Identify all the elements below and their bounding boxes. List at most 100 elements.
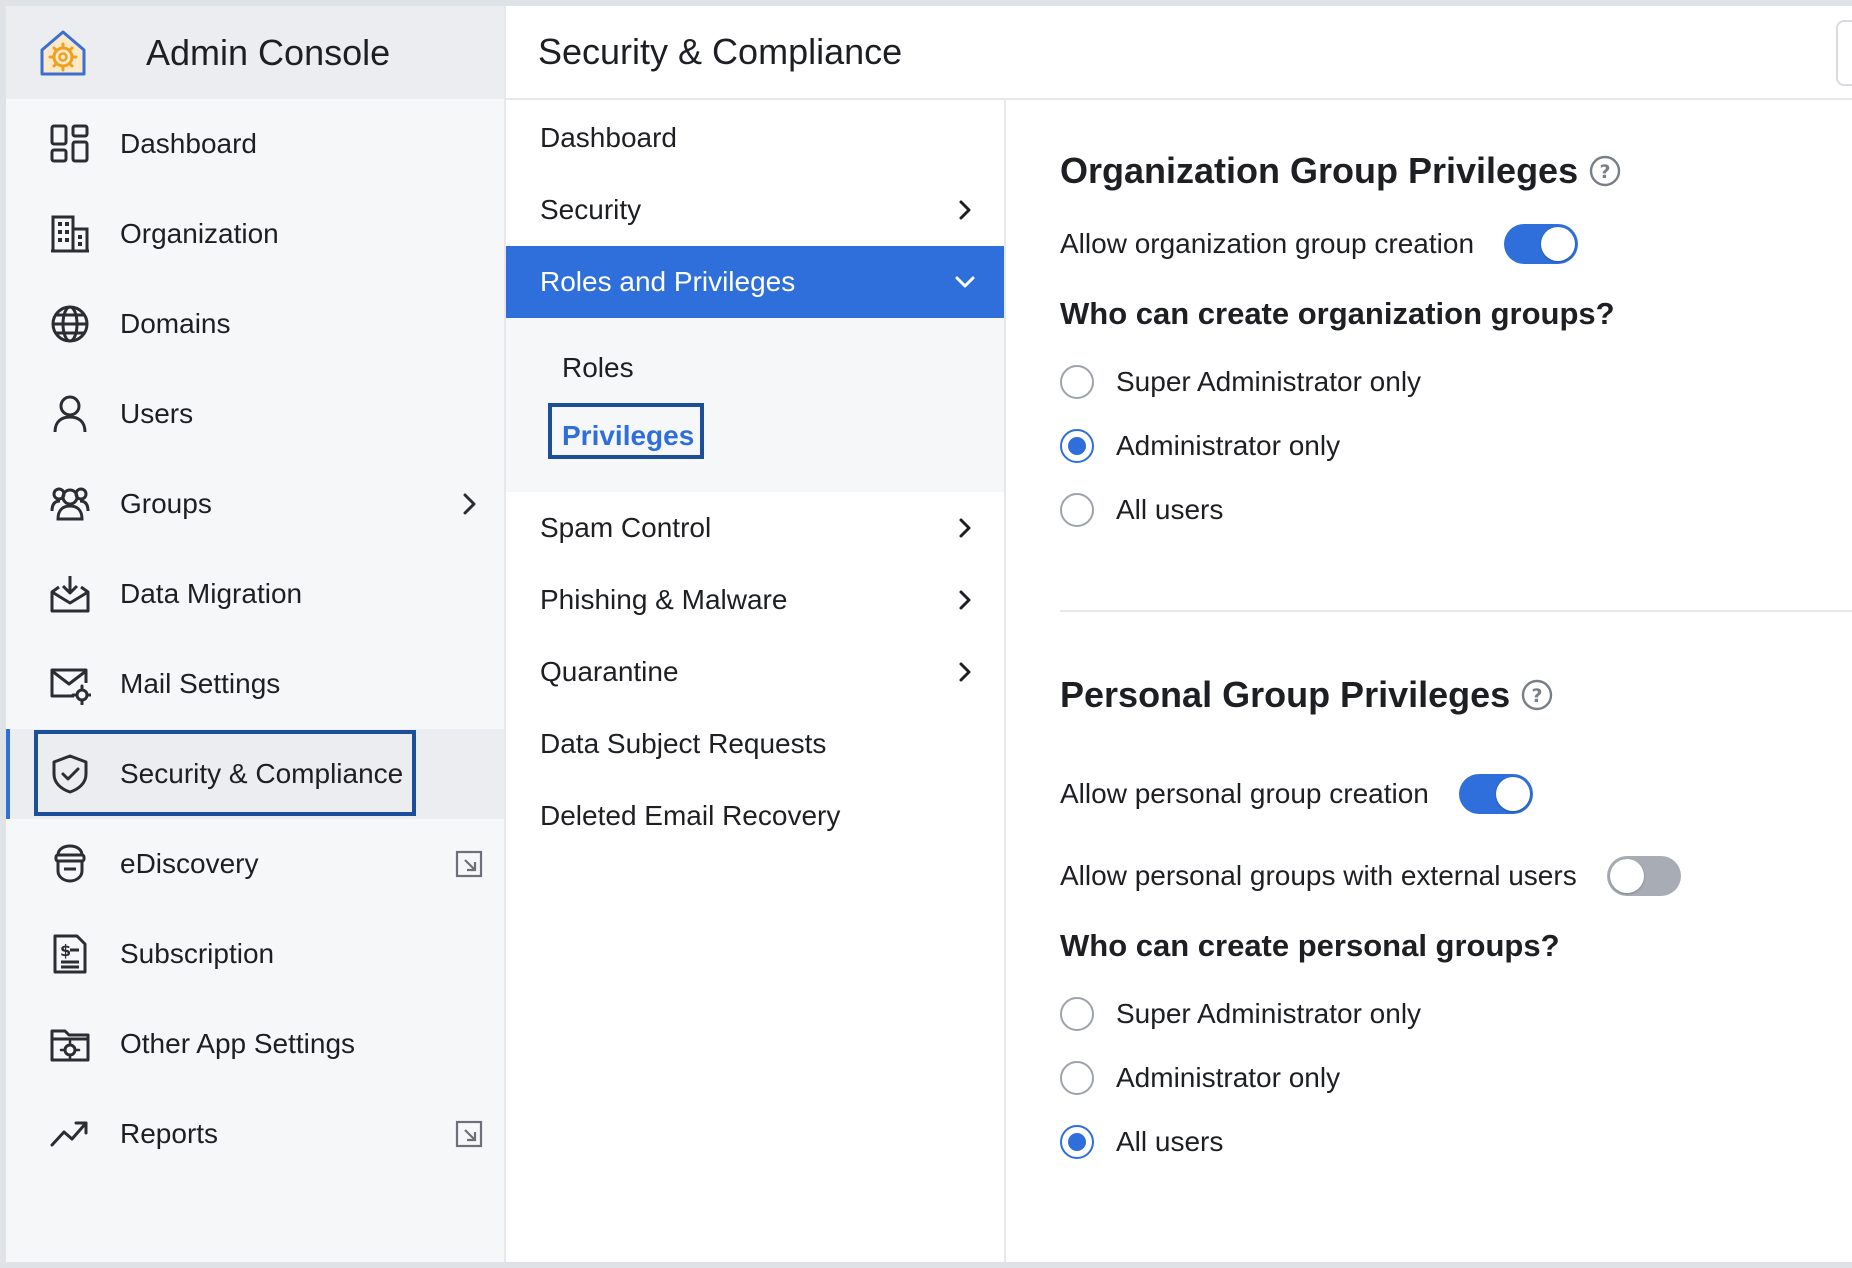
- submenu-item-dashboard[interactable]: Dashboard: [506, 102, 1004, 174]
- sidebar-item-security-compliance[interactable]: Security & Compliance: [6, 729, 504, 819]
- submenu-item-quarantine[interactable]: Quarantine: [506, 636, 1004, 708]
- section-divider: [1060, 610, 1852, 612]
- toggle-knob: [1609, 859, 1644, 893]
- submenu-item-label: Roles and Privileges: [540, 266, 796, 297]
- org-section-title: Organization Group Privileges: [1060, 150, 1579, 191]
- globe-icon: [48, 302, 92, 346]
- personal-group-creation-setting: Allow personal group creation: [1060, 770, 1852, 818]
- sidebar-item-label: Users: [120, 398, 194, 429]
- radio-button[interactable]: [1060, 997, 1094, 1031]
- sidebar-item-label: Subscription: [120, 938, 275, 969]
- submenu-item-label: Privileges: [562, 420, 695, 451]
- radio-label: All users: [1116, 1126, 1224, 1157]
- chevron-right-icon: [952, 587, 978, 613]
- privileges-content: Organization Group Privileges ? Allow or…: [1006, 100, 1852, 1262]
- external-users-setting: Allow personal groups with external user…: [1060, 852, 1852, 900]
- sidebar-item-label: Groups: [120, 488, 212, 519]
- submenu-item-label: Deleted Email Recovery: [540, 800, 841, 831]
- personal-radio-all-users[interactable]: All users: [1060, 1110, 1852, 1174]
- personal-group-privileges-section: Personal Group Privileges ? Allow person…: [1060, 674, 1852, 1174]
- sidebar-item-users[interactable]: Users: [6, 369, 504, 459]
- submenu-item-label: Quarantine: [540, 656, 679, 687]
- inbox-download-icon: [48, 572, 92, 616]
- sidebar-item-organization[interactable]: Organization: [6, 189, 504, 279]
- admin-gear-house-icon: [34, 24, 92, 82]
- svg-text:?: ?: [1532, 685, 1543, 707]
- radio-button[interactable]: [1060, 1061, 1094, 1095]
- external-link-icon[interactable]: [454, 1119, 484, 1149]
- radio-label: Super Administrator only: [1116, 366, 1422, 397]
- personal-section-title: Personal Group Privileges: [1060, 674, 1511, 715]
- submenu-item-label: Roles: [562, 352, 634, 383]
- submenu-item-data-subject-requests[interactable]: Data Subject Requests: [506, 708, 1004, 780]
- sidebar-item-label: Organization: [120, 218, 279, 249]
- submenu-item-deleted-email-recovery[interactable]: Deleted Email Recovery: [506, 780, 1004, 852]
- org-radio-super-admin[interactable]: Super Administrator only: [1060, 350, 1852, 414]
- radio-label: All users: [1116, 494, 1224, 525]
- ediscovery-icon: [48, 842, 92, 886]
- submenu-item-roles[interactable]: Roles: [506, 334, 1004, 402]
- org-radio-group: Super Administrator only Administrator o…: [1060, 350, 1852, 542]
- external-users-toggle[interactable]: [1606, 856, 1681, 896]
- sidebar-item-label: Security & Compliance: [120, 758, 404, 789]
- personal-radio-admin[interactable]: Administrator only: [1060, 1046, 1852, 1110]
- radio-button[interactable]: [1060, 1125, 1094, 1159]
- radio-button[interactable]: [1060, 429, 1094, 463]
- sidebar-item-dashboard[interactable]: Dashboard: [6, 99, 504, 189]
- personal-group-creation-toggle[interactable]: [1458, 774, 1533, 814]
- header-edge-control[interactable]: [1836, 20, 1852, 86]
- app-window: Admin Console Dashboard Organization Dom…: [6, 6, 1852, 1262]
- submenu-item-phishing-malware[interactable]: Phishing & Malware: [506, 564, 1004, 636]
- setting-label: Allow organization group creation: [1060, 228, 1475, 259]
- sidebar-item-label: Dashboard: [120, 128, 257, 159]
- roles-submenu: Roles Privileges: [506, 318, 1004, 492]
- section-title: Organization Group Privileges ?: [1060, 150, 1852, 192]
- brand-header: Admin Console: [6, 6, 504, 99]
- sidebar-item-other-app-settings[interactable]: Other App Settings: [6, 999, 504, 1089]
- setting-label: Allow personal group creation: [1060, 778, 1429, 809]
- submenu-item-label: Dashboard: [540, 122, 677, 153]
- sidebar-item-label: Other App Settings: [120, 1028, 356, 1059]
- groups-icon: [48, 482, 92, 526]
- sidebar-item-domains[interactable]: Domains: [6, 279, 504, 369]
- sidebar-item-data-migration[interactable]: Data Migration: [6, 549, 504, 639]
- radio-button[interactable]: [1060, 365, 1094, 399]
- external-link-icon[interactable]: [454, 849, 484, 879]
- submenu-item-security[interactable]: Security: [506, 174, 1004, 246]
- submenu-item-roles-and-privileges[interactable]: Roles and Privileges: [506, 246, 1004, 318]
- org-question: Who can create organization groups?: [1060, 296, 1615, 331]
- radio-button[interactable]: [1060, 493, 1094, 527]
- page-header: Security & Compliance: [506, 6, 1852, 100]
- personal-radio-super-admin[interactable]: Super Administrator only: [1060, 982, 1852, 1046]
- sidebar-item-label: Reports: [120, 1118, 219, 1149]
- submenu-item-label: Spam Control: [540, 512, 712, 543]
- folder-settings-icon: [48, 1022, 92, 1066]
- svg-text:$: $: [60, 941, 71, 960]
- submenu-item-label: Data Subject Requests: [540, 728, 827, 759]
- help-icon[interactable]: ?: [1520, 678, 1554, 712]
- org-radio-all-users[interactable]: All users: [1060, 478, 1852, 542]
- building-icon: [48, 212, 92, 256]
- chevron-right-icon: [952, 659, 978, 685]
- radio-label: Administrator only: [1116, 430, 1341, 461]
- sidebar-item-ediscovery[interactable]: eDiscovery: [6, 819, 504, 909]
- submenu-item-spam-control[interactable]: Spam Control: [506, 492, 1004, 564]
- help-icon[interactable]: ?: [1588, 154, 1622, 188]
- org-group-creation-toggle[interactable]: [1504, 224, 1579, 264]
- org-group-privileges-section: Organization Group Privileges ? Allow or…: [1060, 150, 1852, 542]
- sidebar-item-groups[interactable]: Groups: [6, 459, 504, 549]
- page-title: Security & Compliance: [538, 31, 903, 72]
- section-title: Personal Group Privileges ?: [1060, 674, 1852, 716]
- org-radio-admin[interactable]: Administrator only: [1060, 414, 1852, 478]
- invoice-icon: $: [48, 932, 92, 976]
- sidebar-item-reports[interactable]: Reports: [6, 1089, 504, 1179]
- chevron-right-icon: [952, 515, 978, 541]
- sidebar-item-subscription[interactable]: $ Subscription: [6, 909, 504, 999]
- user-icon: [48, 392, 92, 436]
- sidebar-nav: Dashboard Organization Domains Users Gro…: [6, 99, 504, 1179]
- chevron-down-icon: [952, 269, 978, 295]
- sidebar-item-mail-settings[interactable]: Mail Settings: [6, 639, 504, 729]
- svg-text:?: ?: [1600, 161, 1611, 183]
- submenu-item-privileges[interactable]: Privileges: [506, 402, 1004, 470]
- submenu-item-label: Security: [540, 194, 642, 225]
